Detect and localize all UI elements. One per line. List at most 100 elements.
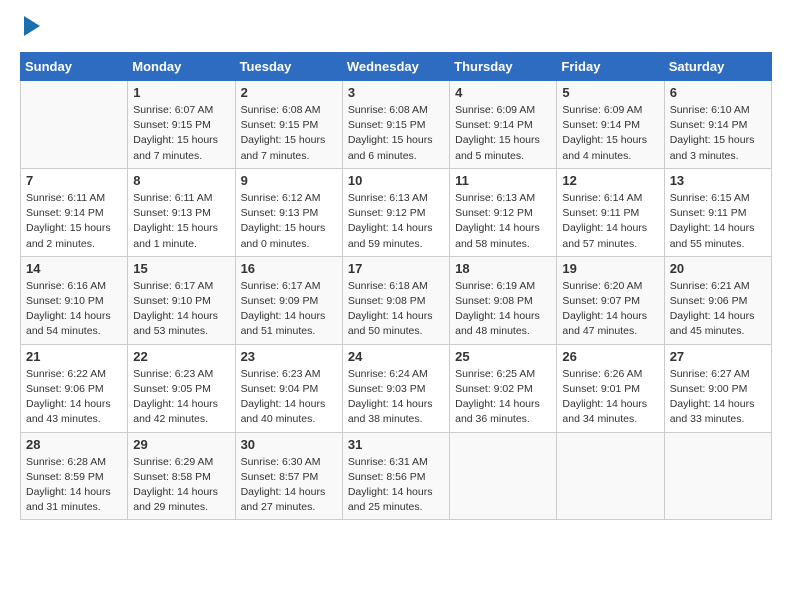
calendar-cell: 1 Sunrise: 6:07 AMSunset: 9:15 PMDaylight… [128, 81, 235, 169]
day-info: Sunrise: 6:08 AMSunset: 9:15 PMDaylight:… [348, 103, 444, 164]
header-saturday: Saturday [664, 53, 771, 81]
calendar-cell: 6 Sunrise: 6:10 AMSunset: 9:14 PMDaylight… [664, 81, 771, 169]
day-info: Sunrise: 6:23 AMSunset: 9:05 PMDaylight:… [133, 367, 229, 428]
calendar-cell: 15 Sunrise: 6:17 AMSunset: 9:10 PMDayligh… [128, 256, 235, 344]
day-number: 5 [562, 85, 658, 100]
day-number: 10 [348, 173, 444, 188]
day-number: 19 [562, 261, 658, 276]
calendar-week-row: 21 Sunrise: 6:22 AMSunset: 9:06 PMDayligh… [21, 344, 772, 432]
day-number: 20 [670, 261, 766, 276]
calendar-cell [664, 432, 771, 520]
calendar-cell [450, 432, 557, 520]
day-info: Sunrise: 6:15 AMSunset: 9:11 PMDaylight:… [670, 191, 766, 252]
calendar-cell: 25 Sunrise: 6:25 AMSunset: 9:02 PMDayligh… [450, 344, 557, 432]
calendar-cell: 31 Sunrise: 6:31 AMSunset: 8:56 PMDayligh… [342, 432, 449, 520]
day-number: 18 [455, 261, 551, 276]
day-number: 23 [241, 349, 337, 364]
day-number: 21 [26, 349, 122, 364]
calendar-cell: 5 Sunrise: 6:09 AMSunset: 9:14 PMDaylight… [557, 81, 664, 169]
day-number: 24 [348, 349, 444, 364]
calendar-cell: 8 Sunrise: 6:11 AMSunset: 9:13 PMDaylight… [128, 168, 235, 256]
day-info: Sunrise: 6:11 AMSunset: 9:14 PMDaylight:… [26, 191, 122, 252]
day-info: Sunrise: 6:12 AMSunset: 9:13 PMDaylight:… [241, 191, 337, 252]
day-number: 30 [241, 437, 337, 452]
calendar-cell: 4Sunrise: 6:09 AMSunset: 9:14 PMDaylight… [450, 81, 557, 169]
day-number: 27 [670, 349, 766, 364]
calendar-cell: 30 Sunrise: 6:30 AMSunset: 8:57 PMDayligh… [235, 432, 342, 520]
calendar-cell: 3Sunrise: 6:08 AMSunset: 9:15 PMDaylight… [342, 81, 449, 169]
day-number: 31 [348, 437, 444, 452]
day-number: 16 [241, 261, 337, 276]
calendar-cell: 14Sunrise: 6:16 AMSunset: 9:10 PMDayligh… [21, 256, 128, 344]
day-info: Sunrise: 6:25 AMSunset: 9:02 PMDaylight:… [455, 367, 551, 428]
calendar-week-row: 7 Sunrise: 6:11 AMSunset: 9:14 PMDaylight… [21, 168, 772, 256]
day-info: Sunrise: 6:23 AMSunset: 9:04 PMDaylight:… [241, 367, 337, 428]
calendar-cell: 11 Sunrise: 6:13 AMSunset: 9:12 PMDayligh… [450, 168, 557, 256]
day-number: 25 [455, 349, 551, 364]
day-number: 15 [133, 261, 229, 276]
day-info: Sunrise: 6:08 AMSunset: 9:15 PMDaylight:… [241, 103, 337, 164]
day-info: Sunrise: 6:11 AMSunset: 9:13 PMDaylight:… [133, 191, 229, 252]
calendar-cell: 22 Sunrise: 6:23 AMSunset: 9:05 PMDayligh… [128, 344, 235, 432]
header-wednesday: Wednesday [342, 53, 449, 81]
day-number: 14 [26, 261, 122, 276]
day-number: 4 [455, 85, 551, 100]
calendar-cell: 21 Sunrise: 6:22 AMSunset: 9:06 PMDayligh… [21, 344, 128, 432]
calendar-cell: 7 Sunrise: 6:11 AMSunset: 9:14 PMDaylight… [21, 168, 128, 256]
calendar-cell: 29 Sunrise: 6:29 AMSunset: 8:58 PMDayligh… [128, 432, 235, 520]
day-info: Sunrise: 6:26 AMSunset: 9:01 PMDaylight:… [562, 367, 658, 428]
calendar-cell: 2 Sunrise: 6:08 AMSunset: 9:15 PMDaylight… [235, 81, 342, 169]
day-number: 17 [348, 261, 444, 276]
day-info: Sunrise: 6:09 AMSunset: 9:14 PMDaylight:… [562, 103, 658, 164]
header-friday: Friday [557, 53, 664, 81]
day-number: 6 [670, 85, 766, 100]
calendar-body: 1 Sunrise: 6:07 AMSunset: 9:15 PMDaylight… [21, 81, 772, 520]
day-info: Sunrise: 6:21 AMSunset: 9:06 PMDaylight:… [670, 279, 766, 340]
day-info: Sunrise: 6:18 AMSunset: 9:08 PMDaylight:… [348, 279, 444, 340]
calendar-cell: 19 Sunrise: 6:20 AMSunset: 9:07 PMDayligh… [557, 256, 664, 344]
day-info: Sunrise: 6:22 AMSunset: 9:06 PMDaylight:… [26, 367, 122, 428]
logo [20, 20, 40, 36]
day-info: Sunrise: 6:20 AMSunset: 9:07 PMDaylight:… [562, 279, 658, 340]
calendar-header-row: Sunday Monday Tuesday Wednesday Thursday… [21, 53, 772, 81]
calendar-cell: 26 Sunrise: 6:26 AMSunset: 9:01 PMDayligh… [557, 344, 664, 432]
day-number: 1 [133, 85, 229, 100]
day-number: 7 [26, 173, 122, 188]
calendar-cell [21, 81, 128, 169]
calendar-cell: 20 Sunrise: 6:21 AMSunset: 9:06 PMDayligh… [664, 256, 771, 344]
calendar-cell: 18 Sunrise: 6:19 AMSunset: 9:08 PMDayligh… [450, 256, 557, 344]
calendar-week-row: 28Sunrise: 6:28 AMSunset: 8:59 PMDayligh… [21, 432, 772, 520]
calendar-cell: 27 Sunrise: 6:27 AMSunset: 9:00 PMDayligh… [664, 344, 771, 432]
calendar-cell: 17 Sunrise: 6:18 AMSunset: 9:08 PMDayligh… [342, 256, 449, 344]
calendar-cell: 9 Sunrise: 6:12 AMSunset: 9:13 PMDaylight… [235, 168, 342, 256]
day-info: Sunrise: 6:07 AMSunset: 9:15 PMDaylight:… [133, 103, 229, 164]
day-info: Sunrise: 6:14 AMSunset: 9:11 PMDaylight:… [562, 191, 658, 252]
calendar-table: Sunday Monday Tuesday Wednesday Thursday… [20, 52, 772, 520]
day-number: 8 [133, 173, 229, 188]
day-info: Sunrise: 6:27 AMSunset: 9:00 PMDaylight:… [670, 367, 766, 428]
day-number: 13 [670, 173, 766, 188]
day-info: Sunrise: 6:31 AMSunset: 8:56 PMDaylight:… [348, 455, 444, 516]
day-info: Sunrise: 6:30 AMSunset: 8:57 PMDaylight:… [241, 455, 337, 516]
day-info: Sunrise: 6:17 AMSunset: 9:10 PMDaylight:… [133, 279, 229, 340]
calendar-cell: 13 Sunrise: 6:15 AMSunset: 9:11 PMDayligh… [664, 168, 771, 256]
header-thursday: Thursday [450, 53, 557, 81]
day-number: 29 [133, 437, 229, 452]
day-info: Sunrise: 6:10 AMSunset: 9:14 PMDaylight:… [670, 103, 766, 164]
calendar-cell: 12Sunrise: 6:14 AMSunset: 9:11 PMDayligh… [557, 168, 664, 256]
day-info: Sunrise: 6:13 AMSunset: 9:12 PMDaylight:… [455, 191, 551, 252]
day-info: Sunrise: 6:29 AMSunset: 8:58 PMDaylight:… [133, 455, 229, 516]
day-number: 11 [455, 173, 551, 188]
day-number: 22 [133, 349, 229, 364]
calendar-cell [557, 432, 664, 520]
day-number: 9 [241, 173, 337, 188]
day-info: Sunrise: 6:19 AMSunset: 9:08 PMDaylight:… [455, 279, 551, 340]
day-number: 26 [562, 349, 658, 364]
calendar-week-row: 1 Sunrise: 6:07 AMSunset: 9:15 PMDaylight… [21, 81, 772, 169]
day-info: Sunrise: 6:13 AMSunset: 9:12 PMDaylight:… [348, 191, 444, 252]
day-info: Sunrise: 6:28 AMSunset: 8:59 PMDaylight:… [26, 455, 122, 516]
day-number: 2 [241, 85, 337, 100]
calendar-week-row: 14Sunrise: 6:16 AMSunset: 9:10 PMDayligh… [21, 256, 772, 344]
calendar-cell: 16Sunrise: 6:17 AMSunset: 9:09 PMDayligh… [235, 256, 342, 344]
calendar-cell: 24Sunrise: 6:24 AMSunset: 9:03 PMDayligh… [342, 344, 449, 432]
